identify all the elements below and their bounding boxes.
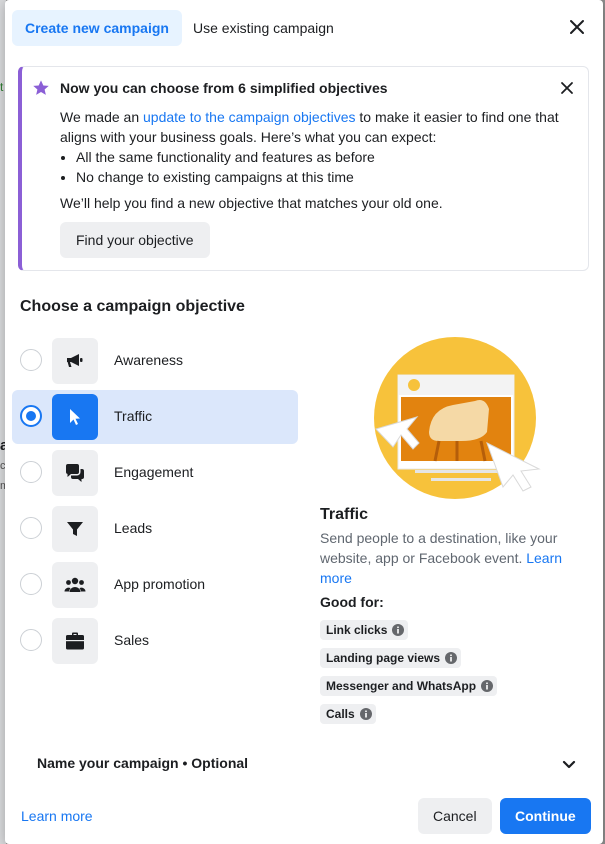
info-icon[interactable] [359, 708, 372, 720]
objective-detail-title: Traffic [320, 506, 369, 523]
objective-option-traffic[interactable]: Traffic [12, 390, 298, 444]
radio-button[interactable] [20, 405, 42, 427]
banner-help-text: We’ll help you find a new objective that… [60, 195, 443, 211]
section-title: Choose a campaign objective [20, 298, 245, 315]
objective-option-engagement[interactable]: Engagement [12, 446, 298, 500]
radio-button[interactable] [20, 629, 42, 651]
banner-title: Now you can choose from 6 simplified obj… [60, 80, 388, 96]
info-icon[interactable] [445, 652, 458, 664]
objective-label: Traffic [114, 408, 153, 424]
objective-option-leads[interactable]: Leads [12, 502, 298, 556]
chip-label: Link clicks [326, 623, 388, 637]
objective-option-awareness[interactable]: Awareness [12, 334, 298, 388]
footer-learn-more-link[interactable]: Learn more [21, 808, 93, 824]
people-icon [52, 562, 98, 608]
radio-button[interactable] [20, 349, 42, 371]
good-for-chip: Link clicks [320, 620, 409, 640]
radio-button[interactable] [20, 573, 42, 595]
background-text-fragment: t [0, 80, 4, 94]
objective-description-text: Send people to a destination, like your … [320, 530, 558, 566]
funnel-icon [52, 506, 98, 552]
objective-label: Engagement [114, 464, 194, 480]
objective-label: Awareness [114, 352, 184, 368]
chip-label: Landing page views [326, 651, 441, 665]
chat-bubbles-icon [52, 450, 98, 496]
banner-bullet: All the same functionality and features … [76, 147, 575, 167]
continue-button[interactable]: Continue [500, 798, 591, 834]
banner-intro: We made an [60, 109, 144, 125]
chevron-down-icon[interactable] [561, 756, 577, 772]
banner-bullet-list: All the same functionality and features … [60, 147, 575, 187]
tab-create-new-campaign[interactable]: Create new campaign [12, 10, 182, 46]
chip-label: Messenger and WhatsApp [326, 679, 477, 693]
info-icon[interactable] [481, 680, 494, 692]
campaign-objectives-update-link[interactable]: update to the campaign objectives [143, 109, 355, 125]
good-for-chip: Landing page views [320, 648, 462, 668]
radio-button[interactable] [20, 517, 42, 539]
briefcase-icon [52, 618, 98, 664]
banner-close-icon[interactable] [558, 79, 576, 97]
cancel-button[interactable]: Cancel [418, 798, 492, 834]
objective-label: Leads [114, 520, 153, 536]
radio-button[interactable] [20, 461, 42, 483]
close-icon[interactable] [566, 16, 588, 38]
campaign-dialog: Create new campaign Use existing campaig… [5, 0, 603, 844]
info-icon[interactable] [392, 624, 405, 636]
objective-label: App promotion [114, 576, 206, 592]
objective-label: Sales [114, 632, 150, 648]
objective-option-app-promotion[interactable]: App promotion [12, 558, 298, 612]
objective-option-sales[interactable]: Sales [12, 614, 298, 668]
banner-bullet: No change to existing campaigns at this … [76, 167, 575, 187]
objective-detail-description: Send people to a destination, like your … [320, 528, 575, 588]
megaphone-icon [52, 338, 98, 384]
good-for-label: Good for: [320, 594, 384, 610]
name-your-campaign-toggle[interactable]: Name your campaign • Optional [37, 755, 248, 771]
find-your-objective-button[interactable]: Find your objective [60, 222, 210, 258]
tab-use-existing-campaign[interactable]: Use existing campaign [180, 10, 347, 46]
chip-label: Calls [326, 707, 355, 721]
objectives-update-banner: Now you can choose from 6 simplified obj… [18, 66, 589, 271]
traffic-illustration [374, 337, 541, 499]
banner-body: We made an update to the campaign object… [60, 107, 575, 187]
good-for-chip: Calls [320, 704, 376, 724]
star-icon [33, 80, 49, 95]
good-for-chip: Messenger and WhatsApp [320, 676, 498, 696]
cursor-icon [52, 394, 98, 440]
good-for-list: Link clicks Landing page views Messenger… [320, 620, 498, 732]
objective-list: Awareness Traffic Engagement Leads App p… [12, 334, 298, 670]
